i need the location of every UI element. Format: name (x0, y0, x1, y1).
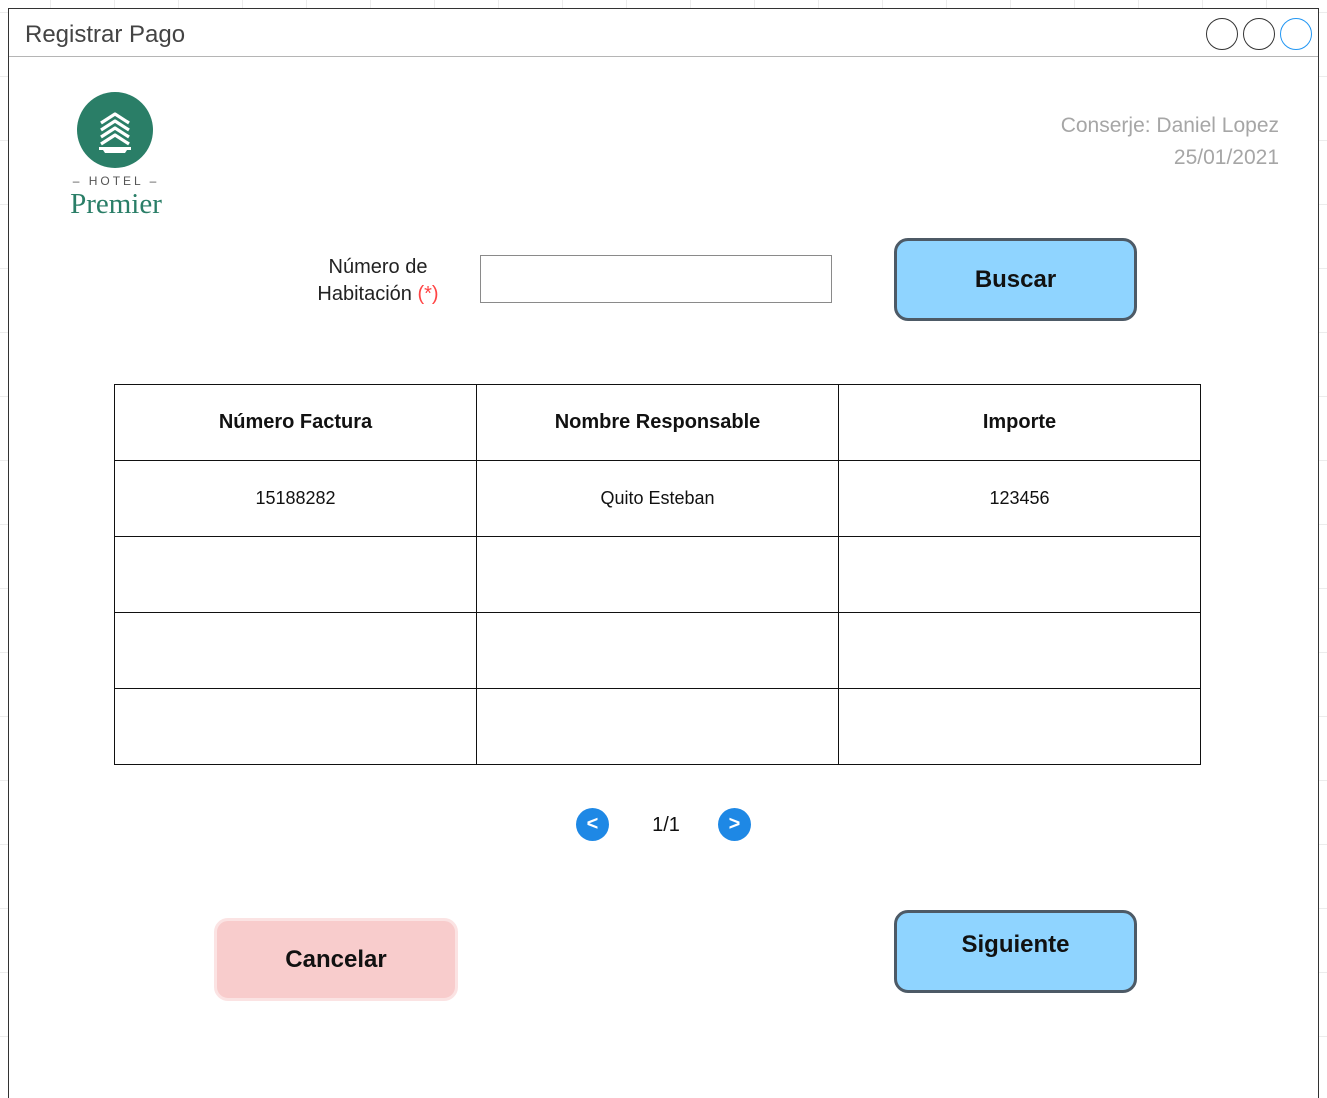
column-header-responsible-name: Nombre Responsable (476, 384, 839, 461)
table-cell (476, 688, 839, 765)
window-title: Registrar Pago (25, 21, 186, 48)
logo-hotel-name: Premier (70, 188, 162, 220)
table-row[interactable]: 15188282 Quito Esteban 123456 (114, 460, 1201, 537)
search-button[interactable]: Buscar (894, 238, 1137, 321)
previous-page-button[interactable]: < (576, 808, 609, 841)
table-cell: 123456 (838, 460, 1201, 537)
table-cell: 15188282 (114, 460, 477, 537)
table-cell (476, 536, 839, 613)
minimize-button[interactable] (1206, 18, 1238, 50)
table-row[interactable] (114, 536, 1201, 613)
table-cell (114, 536, 477, 613)
table-cell (838, 612, 1201, 689)
maximize-button[interactable] (1243, 18, 1275, 50)
title-bar: Registrar Pago (9, 9, 1318, 57)
close-button[interactable] (1280, 18, 1312, 50)
next-button[interactable]: Siguiente (894, 910, 1137, 993)
cancel-button[interactable]: Cancelar (214, 918, 458, 1001)
hotel-logo: – HOTEL – Premier (64, 92, 168, 222)
table-row[interactable] (114, 612, 1201, 689)
page-indicator: 1/1 (652, 814, 680, 836)
table-cell (114, 688, 477, 765)
table-cell (838, 536, 1201, 613)
window-controls (1201, 18, 1312, 50)
room-number-input[interactable] (480, 255, 832, 303)
current-date: 25/01/2021 (1173, 146, 1279, 169)
table-header-row: Número Factura Nombre Responsable Import… (114, 384, 1201, 461)
column-header-amount: Importe (838, 384, 1201, 461)
logo-hotel-text: – HOTEL – (72, 174, 160, 188)
invoices-table: Número Factura Nombre Responsable Import… (114, 384, 1201, 765)
pagination: < 1/1 > (576, 808, 756, 842)
table-cell: Quito Esteban (476, 460, 839, 537)
column-header-invoice-number: Número Factura (114, 384, 477, 461)
table-cell (838, 688, 1201, 765)
table-cell (114, 612, 477, 689)
table-row[interactable] (114, 688, 1201, 765)
required-mark: (*) (417, 283, 439, 305)
user-info: Conserje: Daniel Lopez 25/01/2021 (1061, 110, 1279, 174)
building-icon (77, 92, 153, 168)
room-number-label: Número de Habitación (*) (317, 256, 439, 305)
next-page-button[interactable]: > (718, 808, 751, 841)
concierge-name: Conserje: Daniel Lopez (1060, 114, 1279, 137)
table-cell (476, 612, 839, 689)
